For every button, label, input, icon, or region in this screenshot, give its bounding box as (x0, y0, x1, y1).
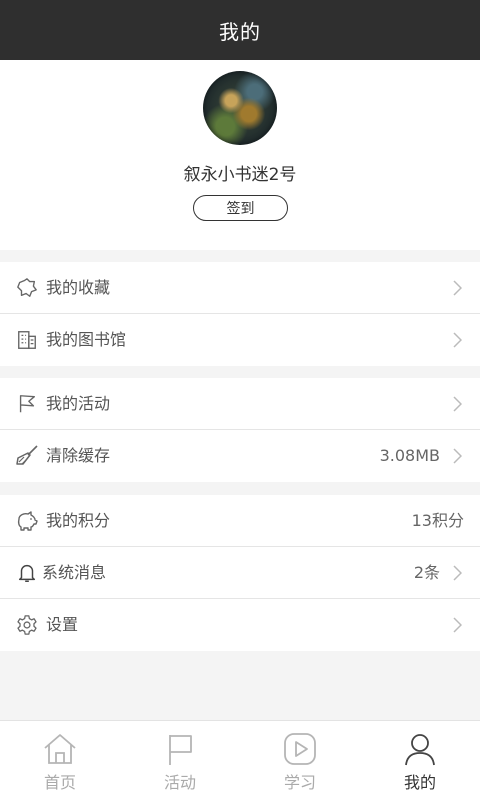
profile-section: 叙永小书迷2号 签到 (0, 60, 480, 250)
piggy-bank-icon (15, 509, 39, 533)
home-icon (42, 731, 78, 767)
menu-item-label: 我的活动 (46, 394, 111, 413)
play-icon (282, 731, 318, 767)
library-icon (15, 328, 39, 352)
menu-item-settings[interactable]: 设置 (0, 599, 480, 651)
menu-group-3: 我的积分 13积分 系统消息 2条 设置 (0, 495, 480, 651)
menu-item-label: 清除缓存 (46, 446, 111, 465)
menu-item-library[interactable]: 我的图书馆 (0, 314, 480, 366)
tab-label: 我的 (403, 773, 436, 792)
page-title: 我的 (219, 19, 261, 44)
bell-icon (15, 561, 39, 585)
menu-item-messages[interactable]: 系统消息 2条 (0, 547, 480, 599)
user-icon (402, 731, 438, 767)
menu-item-points[interactable]: 我的积分 13积分 (0, 495, 480, 547)
message-count-value: 2条 (413, 563, 440, 582)
app-root: 我的 叙永小书迷2号 签到 我的收藏 我的图书馆 我的活动 清除缓存 3.08M… (0, 0, 480, 800)
header-bar: 我的 (0, 0, 480, 60)
flag-icon (15, 392, 39, 416)
tab-home[interactable]: 首页 (0, 721, 120, 800)
chevron-right-icon (448, 331, 466, 349)
menu-item-label: 设置 (46, 615, 79, 634)
tab-activities[interactable]: 活动 (120, 721, 240, 800)
chevron-right-icon (448, 564, 466, 582)
menu-item-label: 系统消息 (42, 563, 107, 582)
chevron-right-icon (448, 395, 466, 413)
tab-mine[interactable]: 我的 (360, 721, 480, 800)
menu-group-2: 我的活动 清除缓存 3.08MB (0, 378, 480, 482)
chevron-right-icon (448, 616, 466, 634)
chevron-right-icon (448, 447, 466, 465)
flag-icon (162, 731, 198, 767)
tab-label: 首页 (43, 773, 76, 792)
bookmark-icon (15, 276, 39, 300)
bottom-tab-bar: 首页 活动 学习 我的 (0, 720, 480, 800)
gear-icon (15, 613, 39, 637)
menu-item-label: 我的收藏 (46, 278, 111, 297)
menu-group-1: 我的收藏 我的图书馆 (0, 262, 480, 366)
tab-learning[interactable]: 学习 (240, 721, 360, 800)
menu-item-clear-cache[interactable]: 清除缓存 3.08MB (0, 430, 480, 482)
tab-label: 活动 (163, 773, 196, 792)
points-value: 13积分 (411, 511, 464, 530)
avatar[interactable] (203, 71, 277, 145)
cache-size-value: 3.08MB (379, 446, 440, 465)
username: 叙永小书迷2号 (183, 165, 297, 185)
menu-item-favorites[interactable]: 我的收藏 (0, 262, 480, 314)
menu-item-activities[interactable]: 我的活动 (0, 378, 480, 430)
menu-item-label: 我的图书馆 (46, 330, 127, 349)
broom-icon (15, 444, 39, 468)
menu-item-label: 我的积分 (46, 511, 111, 530)
tab-label: 学习 (283, 773, 316, 792)
chevron-right-icon (448, 279, 466, 297)
checkin-button[interactable]: 签到 (193, 195, 288, 221)
